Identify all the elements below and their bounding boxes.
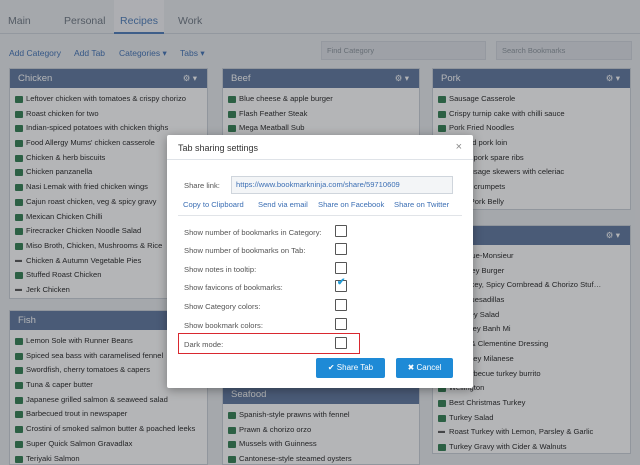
- cancel-button[interactable]: ✖ Cancel: [396, 358, 453, 378]
- cancel-label: Cancel: [416, 363, 442, 372]
- option-label: Show notes in tooltip:: [184, 265, 257, 274]
- option-notes-tooltip: Show notes in tooltip:: [167, 260, 473, 278]
- divider: [178, 215, 462, 216]
- dialog-header: Tab sharing settings ×: [167, 135, 473, 160]
- share-link-field[interactable]: https://www.bookmarkninja.com/share/5971…: [231, 176, 453, 194]
- share-tab-button[interactable]: ✔ Share Tab: [316, 358, 385, 378]
- option-tab-count: Show number of bookmarks on Tab:: [167, 241, 473, 259]
- option-checkbox[interactable]: [335, 318, 347, 330]
- checkmark-icon: ✔: [337, 277, 346, 288]
- option-category-count: Show number of bookmarks in Category:: [167, 223, 473, 241]
- option-label: Show favicons of bookmarks:: [184, 283, 283, 292]
- option-label: Show number of bookmarks in Category:: [184, 228, 322, 237]
- share-tab-label: Share Tab: [336, 363, 374, 372]
- dark-mode-highlight: [178, 333, 360, 354]
- option-checkbox[interactable]: [335, 299, 347, 311]
- bookmark-app: Main Personal Recipes Work Add Category …: [0, 0, 640, 465]
- check-icon: ✔: [327, 363, 337, 372]
- option-bookmark-colors: Show bookmark colors:: [167, 316, 473, 334]
- close-icon: ✖: [407, 363, 417, 372]
- close-icon[interactable]: ×: [456, 141, 462, 153]
- share-link-label: Share link:: [184, 181, 220, 190]
- option-label: Show Category colors:: [184, 302, 261, 311]
- copy-to-clipboard-link[interactable]: Copy to Clipboard: [183, 200, 244, 209]
- tab-sharing-dialog: Tab sharing settings × Share link: https…: [167, 135, 473, 388]
- option-label: Show number of bookmarks on Tab:: [184, 246, 306, 255]
- option-checkbox[interactable]: [335, 225, 347, 237]
- option-category-colors: Show Category colors:: [167, 297, 473, 315]
- send-via-email-link[interactable]: Send via email: [258, 200, 308, 209]
- dialog-title: Tab sharing settings: [178, 143, 259, 153]
- share-twitter-link[interactable]: Share on Twitter: [394, 200, 449, 209]
- option-checkbox[interactable]: [335, 262, 347, 274]
- option-label: Show bookmark colors:: [184, 321, 263, 330]
- share-facebook-link[interactable]: Share on Facebook: [318, 200, 384, 209]
- option-checkbox[interactable]: ✔: [335, 277, 347, 292]
- option-checkbox[interactable]: [335, 243, 347, 255]
- option-favicons: Show favicons of bookmarks: ✔: [167, 277, 473, 296]
